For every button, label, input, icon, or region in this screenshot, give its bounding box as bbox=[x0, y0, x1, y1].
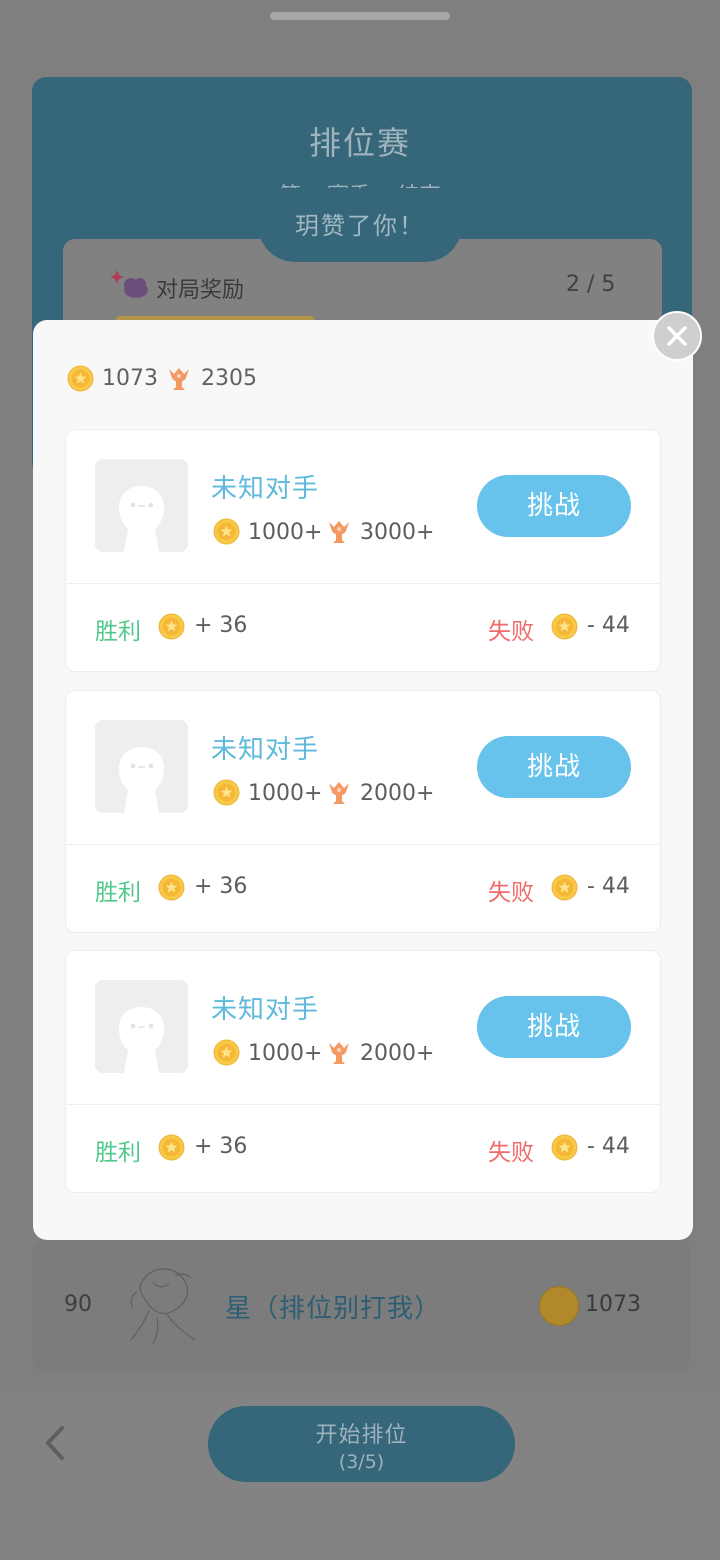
start-ranked-label: 开始排位 bbox=[315, 1423, 408, 1448]
trophy-icon bbox=[329, 1042, 349, 1064]
challenge-button[interactable]: 挑战 bbox=[477, 996, 631, 1058]
avatar-placeholder-icon bbox=[95, 980, 188, 1073]
rank-number: 90 bbox=[64, 1292, 92, 1317]
start-ranked-count: (3/5) bbox=[338, 1451, 385, 1473]
coin-icon bbox=[213, 779, 240, 806]
chevron-left-icon[interactable] bbox=[38, 1420, 74, 1466]
avatar-placeholder-icon bbox=[95, 459, 188, 552]
lose-label: 失败 bbox=[488, 880, 534, 906]
reward-count: 2 / 5 bbox=[566, 272, 616, 297]
opponent-trophy-range: 2000+ bbox=[360, 1041, 435, 1066]
opponent-name: 未知对手 bbox=[211, 995, 320, 1025]
like-toast-text: 玥赞了你！ bbox=[295, 212, 425, 240]
player-name: 星（排位别打我） bbox=[225, 1294, 442, 1324]
lose-penalty: - 44 bbox=[587, 874, 630, 899]
trophy-icon bbox=[329, 521, 349, 543]
challenge-button[interactable]: 挑战 bbox=[477, 475, 631, 537]
challenge-button[interactable]: 挑战 bbox=[477, 736, 631, 798]
trophy-icon bbox=[169, 368, 189, 390]
opponent-trophy-range: 2000+ bbox=[360, 781, 435, 806]
coin-icon bbox=[158, 613, 185, 640]
opponent-coin-range: 1000+ bbox=[248, 781, 323, 806]
opponent-card: 未知对手 1000+ 2000+ 挑战 胜利 + 36 失败 - 44 bbox=[65, 690, 661, 933]
opponent-card: 未知对手 1000+ 2000+ 挑战 胜利 + 36 失败 - 44 bbox=[65, 950, 661, 1193]
lose-penalty: - 44 bbox=[587, 613, 630, 638]
lose-penalty: - 44 bbox=[587, 1134, 630, 1159]
trophy-icon bbox=[329, 782, 349, 804]
avatar-placeholder-icon bbox=[95, 720, 188, 813]
coin-icon bbox=[551, 874, 578, 901]
player-coins: 1073 bbox=[585, 1292, 641, 1317]
cloud-sparkle-icon bbox=[111, 270, 148, 298]
avatar bbox=[130, 1268, 196, 1345]
start-ranked-button[interactable]: 开始排位 (3/5) bbox=[208, 1406, 515, 1482]
opponent-coin-range: 1000+ bbox=[248, 520, 323, 545]
lose-label: 失败 bbox=[488, 1140, 534, 1166]
opponent-name: 未知对手 bbox=[211, 474, 320, 504]
win-label: 胜利 bbox=[95, 880, 141, 906]
divider bbox=[66, 844, 660, 845]
win-reward: + 36 bbox=[194, 874, 248, 899]
my-trophy-count: 2305 bbox=[201, 366, 257, 391]
coin-icon bbox=[539, 1286, 579, 1326]
opponent-coin-range: 1000+ bbox=[248, 1041, 323, 1066]
coin-icon bbox=[67, 365, 94, 392]
lose-label: 失败 bbox=[488, 619, 534, 645]
win-reward: + 36 bbox=[194, 1134, 248, 1159]
close-icon bbox=[667, 326, 687, 346]
my-coin-count: 1073 bbox=[102, 366, 158, 391]
drag-handle[interactable] bbox=[270, 12, 450, 20]
coin-icon bbox=[213, 1039, 240, 1066]
divider bbox=[66, 1104, 660, 1105]
opponent-trophy-range: 3000+ bbox=[360, 520, 435, 545]
coin-icon bbox=[158, 874, 185, 901]
coin-icon bbox=[551, 1134, 578, 1161]
close-button[interactable] bbox=[652, 311, 702, 361]
page-title: 排位赛 bbox=[308, 124, 411, 162]
coin-icon bbox=[158, 1134, 185, 1161]
win-reward: + 36 bbox=[194, 613, 248, 638]
divider bbox=[66, 583, 660, 584]
opponent-card: 未知对手 1000+ 3000+ 挑战 胜利 + 36 失败 - 44 bbox=[65, 429, 661, 672]
reward-label: 对局奖励 bbox=[156, 278, 245, 303]
win-label: 胜利 bbox=[95, 1140, 141, 1166]
win-label: 胜利 bbox=[95, 619, 141, 645]
coin-icon bbox=[213, 518, 240, 545]
coin-icon bbox=[551, 613, 578, 640]
opponent-name: 未知对手 bbox=[211, 735, 320, 765]
